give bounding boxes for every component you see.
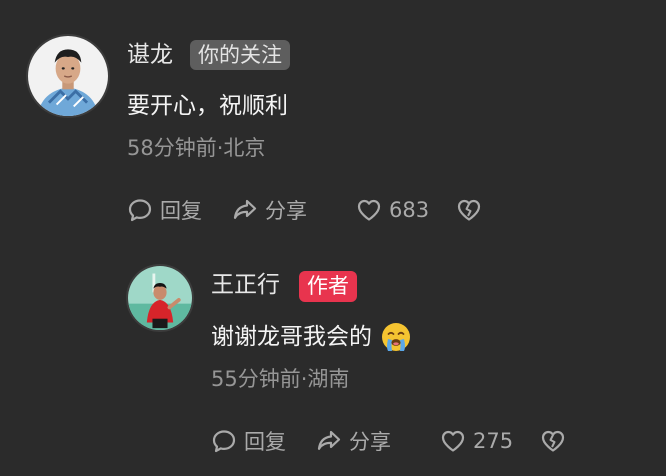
share-label: 分享	[349, 430, 391, 454]
heart-icon	[355, 196, 383, 224]
broken-heart-icon	[539, 427, 567, 455]
reply-button[interactable]: 回复	[210, 426, 315, 456]
user-photo	[28, 36, 108, 116]
comment-time: 58分钟前	[127, 136, 217, 160]
reply-actions: 回复 分享 275	[210, 425, 569, 457]
reply-label: 回复	[160, 199, 202, 223]
reply-bubble-icon	[210, 427, 238, 455]
dislike-button[interactable]	[455, 196, 485, 224]
reply-time: 55分钟前	[211, 367, 301, 391]
reply-button[interactable]: 回复	[126, 195, 231, 225]
share-arrow-icon	[315, 427, 343, 455]
author-badge: 作者	[299, 271, 357, 302]
like-button[interactable]: 275	[439, 427, 539, 455]
like-count: 275	[473, 429, 514, 453]
reply-meta: 55分钟前·湖南	[211, 366, 349, 392]
comment-actions: 回复 分享 683	[126, 194, 485, 226]
reply-text: 谢谢龙哥我会的	[211, 324, 372, 350]
avatar[interactable]	[26, 34, 110, 118]
share-arrow-icon	[231, 196, 259, 224]
dislike-button[interactable]	[539, 427, 569, 455]
comment-thread: 谌龙 你的关注 要开心，祝顺利 58分钟前·北京 回复 分享 683 王正行 作…	[0, 0, 666, 476]
share-button[interactable]: 分享	[231, 195, 355, 225]
reply-label: 回复	[244, 430, 286, 454]
like-button[interactable]: 683	[355, 196, 455, 224]
comment-location: 北京	[223, 136, 266, 160]
comment-text[interactable]: 要开心，祝顺利	[127, 91, 288, 121]
comment-meta: 58分钟前·北京	[127, 135, 265, 161]
crying-face-icon	[380, 321, 412, 353]
reply-author-name[interactable]: 王正行	[211, 271, 280, 299]
reply-text-row[interactable]: 谢谢龙哥我会的	[211, 321, 412, 353]
reply-location: 湖南	[307, 367, 350, 391]
following-badge: 你的关注	[190, 40, 290, 70]
heart-icon	[439, 427, 467, 455]
like-count: 683	[389, 198, 430, 222]
share-button[interactable]: 分享	[315, 426, 439, 456]
broken-heart-icon	[455, 196, 483, 224]
share-label: 分享	[265, 199, 307, 223]
reply-bubble-icon	[126, 196, 154, 224]
avatar[interactable]	[126, 264, 194, 332]
user-photo	[128, 266, 192, 330]
comment-author-name[interactable]: 谌龙	[127, 41, 173, 69]
top-fade	[0, 0, 666, 10]
